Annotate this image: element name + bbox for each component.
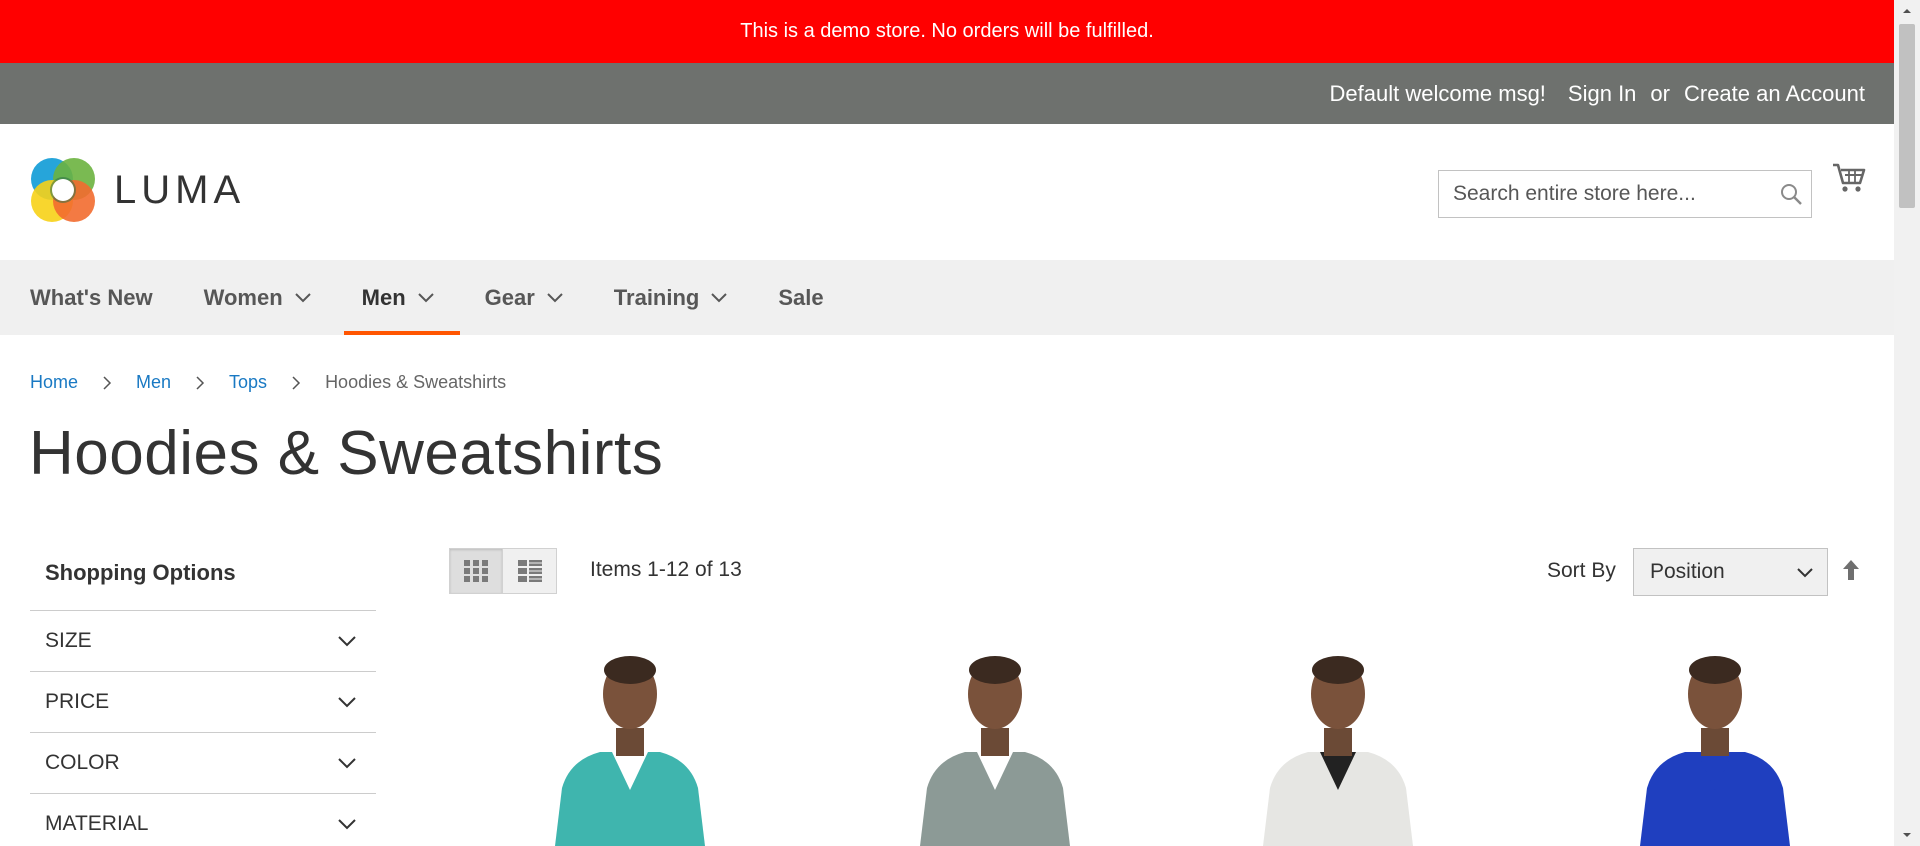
page-scrollbar[interactable] <box>1894 0 1920 846</box>
sort-by-value: Position <box>1650 560 1725 583</box>
panel-header: Default welcome msg! Sign In or Create a… <box>0 63 1894 124</box>
search-icon[interactable] <box>1771 182 1811 206</box>
page-title: Hoodies & Sweatshirts <box>29 419 664 488</box>
nav-item-gear[interactable]: Gear <box>485 260 573 335</box>
nav-item-label: Sale <box>778 284 824 310</box>
logo-text: LUMA <box>114 167 246 212</box>
view-mode-switcher <box>449 548 557 594</box>
search-input[interactable] <box>1439 171 1771 217</box>
scroll-down-arrow-icon[interactable] <box>1902 830 1912 840</box>
nav-item-label: Women <box>203 284 283 310</box>
search-box <box>1438 170 1812 218</box>
chevron-right-icon <box>195 375 205 390</box>
toolbar-amount: Items 1-12 of 13 <box>590 558 742 581</box>
chevron-down-icon <box>711 292 728 303</box>
product-image[interactable] <box>1585 640 1845 846</box>
grid-icon <box>464 560 488 582</box>
chevron-down-icon <box>1797 560 1813 584</box>
nav-item-what-s-new[interactable]: What's New <box>30 260 163 335</box>
filter-label: PRICE <box>45 690 110 713</box>
chevron-down-icon <box>547 292 563 303</box>
filter-label: MATERIAL <box>45 812 149 835</box>
logo-link[interactable]: LUMA <box>30 157 245 223</box>
product-image[interactable] <box>500 640 760 846</box>
nav-item-label: Men <box>361 284 406 310</box>
product-image[interactable] <box>865 640 1125 846</box>
nav-item-sale[interactable]: Sale <box>778 260 833 335</box>
chevron-down-icon <box>338 690 356 714</box>
filter-color[interactable]: COLOR <box>30 733 376 794</box>
demo-notice-text: This is a demo store. No orders will be … <box>740 20 1154 42</box>
products-toolbar: Items 1-12 of 13 Sort By Position <box>449 548 1865 596</box>
chevron-right-icon <box>102 375 112 390</box>
filter-price[interactable]: PRICE <box>30 672 376 733</box>
chevron-down-icon <box>294 292 311 303</box>
breadcrumb-home[interactable]: Home <box>30 372 78 393</box>
demo-notice-banner: This is a demo store. No orders will be … <box>0 0 1894 63</box>
product-image[interactable] <box>1208 640 1468 846</box>
list-icon <box>517 560 542 582</box>
nav-item-label: Gear <box>484 284 535 310</box>
grid-view-button[interactable] <box>449 548 503 594</box>
chevron-down-icon <box>338 812 356 836</box>
filter-label: COLOR <box>45 751 120 774</box>
list-view-button[interactable] <box>503 548 557 594</box>
scroll-up-arrow-icon[interactable] <box>1902 6 1912 16</box>
site-header: LUMA <box>0 124 1894 260</box>
or-separator: or <box>1650 80 1670 106</box>
breadcrumb: Home Men Tops Hoodies & Sweatshirts <box>30 372 506 393</box>
sort-by-select[interactable]: Position <box>1633 548 1828 596</box>
sign-in-link[interactable]: Sign In <box>1568 81 1637 107</box>
scrollbar-thumb[interactable] <box>1899 24 1915 208</box>
filter-material[interactable]: MATERIAL <box>30 794 376 846</box>
sort-direction-arrow-icon[interactable] <box>1841 558 1861 587</box>
sidebar-filters: Shopping Options SIZE PRICE COLOR MATERIAL <box>30 545 376 846</box>
breadcrumb-men[interactable]: Men <box>136 372 171 393</box>
nav-item-label: What's New <box>30 284 153 310</box>
shopping-options-title: Shopping Options <box>30 545 376 611</box>
filter-size[interactable]: SIZE <box>30 611 376 672</box>
welcome-message: Default welcome msg! <box>1329 80 1546 106</box>
nav-item-training[interactable]: Training <box>614 260 738 335</box>
chevron-right-icon <box>291 375 301 390</box>
breadcrumb-tops[interactable]: Tops <box>229 372 267 393</box>
breadcrumb-current: Hoodies & Sweatshirts <box>325 372 507 392</box>
chevron-down-icon <box>338 629 356 653</box>
create-account-link[interactable]: Create an Account <box>1684 81 1865 107</box>
chevron-down-icon <box>417 292 434 303</box>
main-nav: What's New Women Men Gear Training Sale <box>0 260 1894 335</box>
cart-icon[interactable] <box>1832 162 1866 199</box>
luma-logo-icon <box>31 158 95 222</box>
filter-label: SIZE <box>45 629 92 652</box>
page: This is a demo store. No orders will be … <box>0 0 1894 846</box>
chevron-down-icon <box>338 751 356 775</box>
nav-item-label: Training <box>613 284 700 310</box>
nav-item-men[interactable]: Men <box>343 260 460 335</box>
sort-by-label: Sort By <box>1547 559 1616 582</box>
nav-item-women[interactable]: Women <box>204 260 321 335</box>
